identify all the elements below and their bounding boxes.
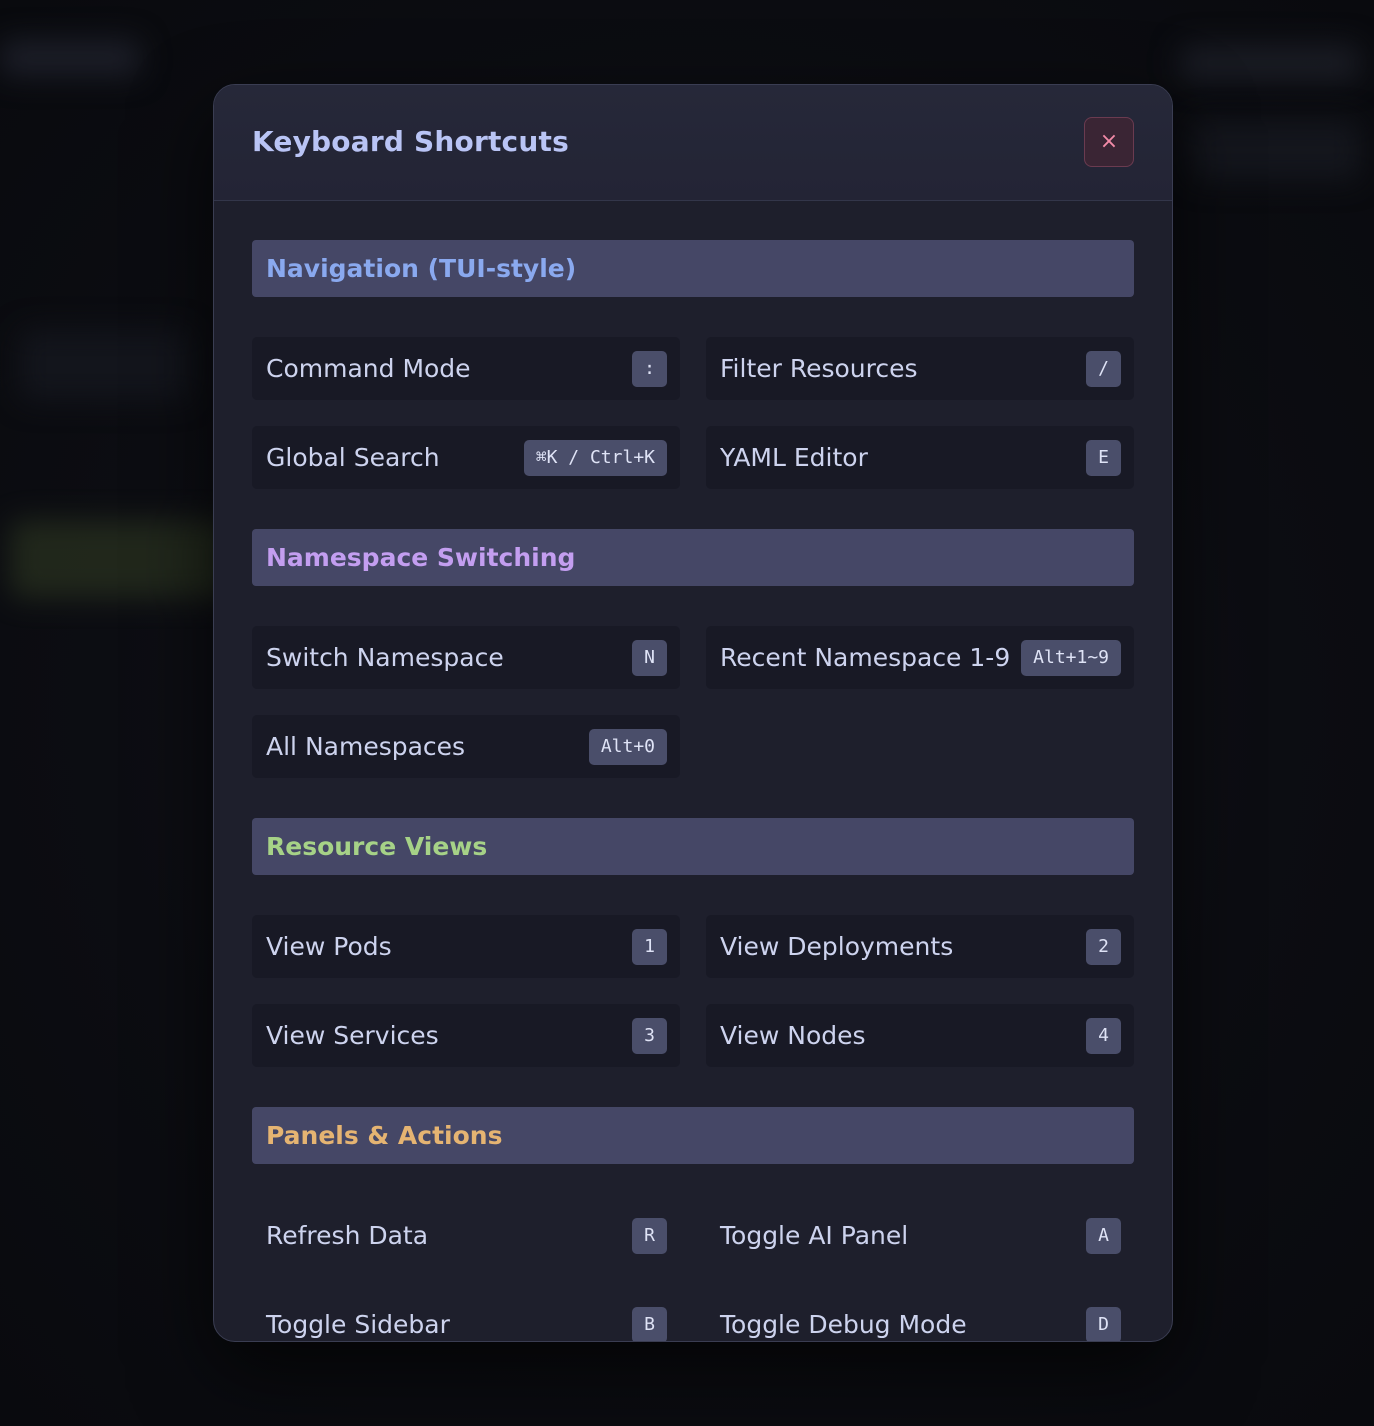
shortcut-key: R xyxy=(632,1217,667,1254)
modal-title: Keyboard Shortcuts xyxy=(252,125,569,158)
shortcut-label: View Deployments xyxy=(720,932,954,961)
keyboard-shortcuts-modal: Keyboard Shortcuts × Navigation (TUI-sty… xyxy=(213,84,1173,1342)
section-title: Navigation (TUI-style) xyxy=(266,254,577,283)
modal-header: Keyboard Shortcuts × xyxy=(214,85,1172,201)
shortcut-key: A xyxy=(1086,1217,1121,1254)
shortcut-key: ⌘K / Ctrl+K xyxy=(523,439,667,476)
shortcut-label: Command Mode xyxy=(266,354,471,383)
shortcut-item-toggle-sidebar: Toggle Sidebar B xyxy=(252,1293,680,1341)
section-header-namespace: Namespace Switching xyxy=(252,529,1134,586)
shortcut-key: B xyxy=(632,1306,667,1341)
shortcut-key: N xyxy=(632,639,667,676)
shortcut-label: Toggle Debug Mode xyxy=(720,1310,967,1339)
modal-body[interactable]: Navigation (TUI-style) Command Mode : Fi… xyxy=(214,201,1172,1341)
shortcut-item-toggle-debug-mode: Toggle Debug Mode D xyxy=(706,1293,1134,1341)
shortcut-item-global-search: Global Search ⌘K / Ctrl+K xyxy=(252,426,680,489)
shortcut-item-view-nodes: View Nodes 4 xyxy=(706,1004,1134,1067)
blurred-header-right xyxy=(1180,45,1360,81)
shortcut-label: View Services xyxy=(266,1021,439,1050)
shortcut-key: Alt+0 xyxy=(588,728,667,765)
blurred-panel-left xyxy=(20,330,190,400)
blurred-panel-right xyxy=(1190,120,1360,180)
shortcut-item-recent-namespace: Recent Namespace 1-9 Alt+1~9 xyxy=(706,626,1134,689)
section-header-resource-views: Resource Views xyxy=(252,818,1134,875)
close-icon: × xyxy=(1099,129,1119,154)
shortcut-item-switch-namespace: Switch Namespace N xyxy=(252,626,680,689)
section-title: Panels & Actions xyxy=(266,1121,503,1150)
shortcut-item-all-namespaces: All Namespaces Alt+0 xyxy=(252,715,680,778)
shortcut-item-refresh-data: Refresh Data R xyxy=(252,1204,680,1267)
section-header-panels-actions: Panels & Actions xyxy=(252,1107,1134,1164)
shortcut-item-view-deployments: View Deployments 2 xyxy=(706,915,1134,978)
blurred-header-left xyxy=(0,40,140,76)
section-title: Namespace Switching xyxy=(266,543,576,572)
shortcut-key: 1 xyxy=(632,928,667,965)
shortcut-grid-namespace: Switch Namespace N Recent Namespace 1-9 … xyxy=(252,626,1134,778)
section-title: Resource Views xyxy=(266,832,488,861)
shortcut-item-toggle-ai-panel: Toggle AI Panel A xyxy=(706,1204,1134,1267)
shortcut-key: Alt+1~9 xyxy=(1021,639,1121,676)
shortcut-item-yaml-editor: YAML Editor E xyxy=(706,426,1134,489)
shortcut-item-view-pods: View Pods 1 xyxy=(252,915,680,978)
blurred-button xyxy=(10,520,230,598)
shortcut-label: Switch Namespace xyxy=(266,643,504,672)
shortcut-item-command-mode: Command Mode : xyxy=(252,337,680,400)
shortcut-label: YAML Editor xyxy=(720,443,868,472)
shortcut-key: / xyxy=(1086,350,1121,387)
shortcut-grid-resource-views: View Pods 1 View Deployments 2 View Serv… xyxy=(252,915,1134,1067)
shortcut-label: View Nodes xyxy=(720,1021,866,1050)
shortcut-key: 4 xyxy=(1086,1017,1121,1054)
shortcut-item-filter-resources: Filter Resources / xyxy=(706,337,1134,400)
shortcut-label: All Namespaces xyxy=(266,732,466,761)
shortcut-key: 3 xyxy=(632,1017,667,1054)
close-button[interactable]: × xyxy=(1084,117,1134,167)
shortcut-grid-panels-actions: Refresh Data R Toggle AI Panel A Toggle … xyxy=(252,1204,1134,1341)
shortcut-item-view-services: View Services 3 xyxy=(252,1004,680,1067)
shortcut-label: Recent Namespace 1-9 xyxy=(720,643,1011,672)
section-header-navigation: Navigation (TUI-style) xyxy=(252,240,1134,297)
shortcut-key: : xyxy=(632,350,667,387)
shortcut-label: Global Search xyxy=(266,443,440,472)
shortcut-key: 2 xyxy=(1086,928,1121,965)
shortcut-grid-navigation: Command Mode : Filter Resources / Global… xyxy=(252,337,1134,489)
shortcut-label: Toggle AI Panel xyxy=(720,1221,909,1250)
shortcut-key: D xyxy=(1086,1306,1121,1341)
shortcut-key: E xyxy=(1086,439,1121,476)
shortcut-label: Filter Resources xyxy=(720,354,918,383)
shortcut-label: Refresh Data xyxy=(266,1221,429,1250)
shortcut-label: Toggle Sidebar xyxy=(266,1310,450,1339)
shortcut-label: View Pods xyxy=(266,932,392,961)
